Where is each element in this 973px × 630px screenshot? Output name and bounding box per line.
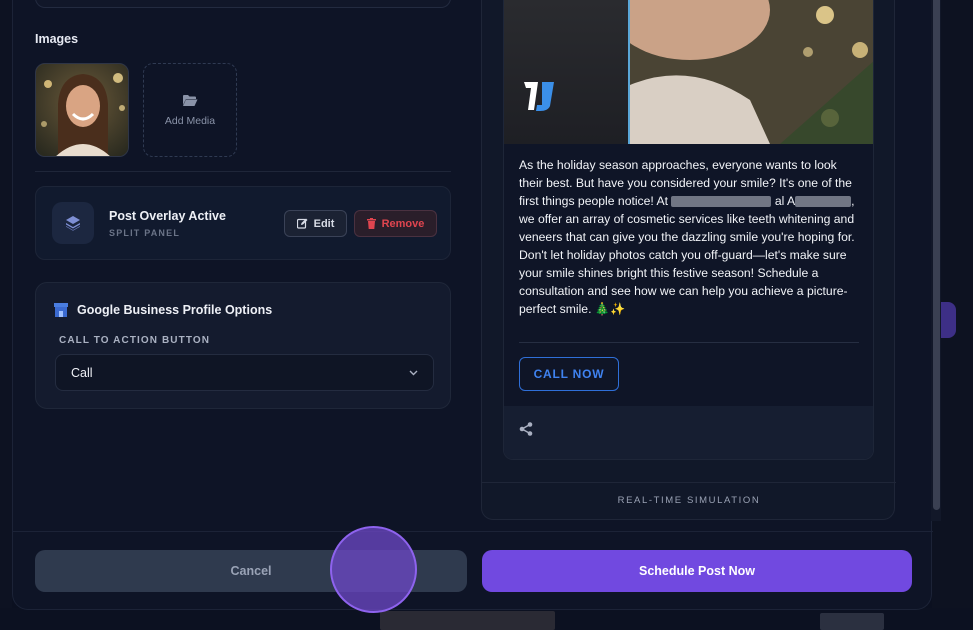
cancel-button[interactable]: Cancel [35,550,467,592]
preview-portrait [630,0,873,144]
add-media-button[interactable]: Add Media [143,63,237,157]
background-thumbnail [380,611,555,630]
preview-divider [519,342,859,343]
schedule-post-modal: Images Add Media Post Overlay Active SPL… [12,0,941,610]
preview-share-bar [504,406,873,459]
overlay-subtitle: SPLIT PANEL [109,228,181,238]
post-preview-card: As the holiday season approaches, everyo… [503,0,874,460]
post-text-part: , we offer an array of cosmetic services… [519,194,855,316]
post-text-part: al [771,194,785,208]
google-business-options-card: Google Business Profile Options CALL TO … [35,282,451,409]
text-field-bottom-edge[interactable] [35,0,451,8]
post-overlay-card: Post Overlay Active SPLIT PANEL Edit Rem… [35,186,451,260]
image-thumbnail[interactable] [35,63,129,157]
split-divider-line [628,0,630,144]
split-left-panel [504,0,628,144]
post-text-part: A [787,194,796,208]
call-now-button[interactable]: CALL NOW [519,357,619,391]
portrait-photo [36,64,128,156]
layers-icon [66,216,80,231]
footer-divider [13,531,933,532]
redacted-block [671,196,772,208]
edit-label: Edit [313,217,335,230]
edit-icon [296,218,308,229]
overlay-title: Post Overlay Active [109,209,226,223]
cta-label: CALL TO ACTION BUTTON [59,335,211,346]
redacted-block [795,196,852,208]
folder-open-icon [183,94,198,106]
cta-selected-value: Call [71,365,93,380]
remove-label: Remove [381,217,425,230]
gbp-options-title: Google Business Profile Options [77,303,273,317]
storefront-icon [54,303,68,317]
section-divider [35,171,451,172]
simulation-divider [482,482,896,483]
simulation-label: REAL-TIME SIMULATION [617,495,761,506]
trash-icon [366,218,376,229]
add-media-label: Add Media [164,114,216,127]
background-sidebar [0,0,12,630]
overlay-layers-badge [52,202,94,244]
schedule-post-button[interactable]: Schedule Post Now [482,550,912,592]
edit-overlay-button[interactable]: Edit [284,210,347,237]
post-body-text: As the holiday season approaches, everyo… [519,156,863,318]
brand-logo [524,82,554,111]
chevron-down-icon [409,370,418,376]
preview-image [504,0,873,144]
post-preview-panel: As the holiday season approaches, everyo… [481,0,896,520]
share-icon[interactable] [519,422,533,436]
images-section-label: Images [35,32,79,46]
cta-select[interactable]: Call [55,354,434,391]
background-thumbnail [820,613,884,630]
remove-overlay-button[interactable]: Remove [354,210,437,237]
modal-scrollbar-thumb[interactable] [933,0,940,510]
